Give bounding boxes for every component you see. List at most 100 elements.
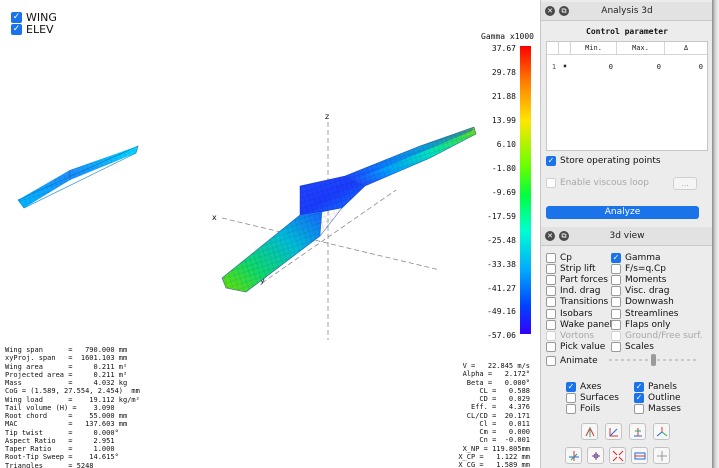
checkbox-empty-icon[interactable]: [566, 404, 576, 415]
checkbox-empty-icon[interactable]: [611, 297, 621, 308]
view-option-isobars[interactable]: Isobars: [546, 308, 592, 319]
checkbox-empty-icon[interactable]: [546, 253, 556, 263]
view-option-cp[interactable]: Cp: [546, 253, 572, 263]
axis-x-label: x: [212, 213, 217, 222]
checkbox-checked-icon[interactable]: ✓: [611, 253, 621, 263]
view-iso-button[interactable]: [653, 423, 670, 440]
checkbox-empty-icon[interactable]: [634, 404, 644, 415]
row-marker-icon[interactable]: ✖: [560, 60, 570, 74]
view-y-button[interactable]: [605, 423, 622, 440]
display-option-foils[interactable]: Foils: [566, 404, 601, 415]
view-option-moments[interactable]: Moments: [611, 275, 667, 286]
elev-toggle-label: ELEV: [26, 23, 54, 36]
view-option-wake-panels[interactable]: Wake panels: [546, 319, 617, 330]
3d-viewport[interactable]: z x y ✓ WING ✓ ELEV Gamma x1000 37.67 29…: [0, 0, 540, 468]
control-parameter-table[interactable]: Min. Max. Δ 1 ✖ 0 0 0: [546, 41, 708, 151]
view-option-ind-drag[interactable]: Ind. drag: [546, 286, 600, 297]
checkbox-empty-icon[interactable]: [611, 264, 621, 275]
fit-view-button[interactable]: [609, 447, 626, 464]
view-option-scales[interactable]: Scales: [611, 341, 654, 352]
checkbox-empty-icon[interactable]: [546, 308, 556, 319]
animate-checkbox[interactable]: Animate: [546, 356, 598, 366]
view-option-label: Wake panels: [560, 319, 617, 330]
viscous-loop-checkbox[interactable]: Enable viscous loop: [546, 178, 649, 188]
checkbox-empty-icon[interactable]: [611, 319, 621, 330]
display-option-axes[interactable]: ✓ Axes: [566, 382, 601, 392]
view-option-label: Ground/Free surf.: [625, 330, 703, 341]
display-option-panels[interactable]: ✓ Panels: [634, 382, 677, 392]
view-option-visc-drag[interactable]: Visc. drag: [611, 286, 669, 297]
store-opp-check-icon[interactable]: ✓: [546, 156, 556, 166]
elev-toggle[interactable]: ✓ ELEV: [11, 23, 54, 36]
checkbox-empty-icon[interactable]: [546, 264, 556, 275]
store-opp-checkbox[interactable]: ✓ Store operating points: [546, 156, 661, 166]
checkbox-empty-icon[interactable]: [546, 330, 556, 341]
view-option-pick-value[interactable]: Pick value: [546, 341, 605, 352]
checkbox-empty-icon[interactable]: [546, 319, 556, 330]
stat-line: Tip twist = 0.000°: [5, 428, 119, 437]
checkbox-empty-icon[interactable]: [611, 308, 621, 319]
display-option-label: Panels: [648, 382, 677, 392]
checkbox-empty-icon[interactable]: [546, 286, 556, 297]
checkbox-empty-icon[interactable]: [611, 275, 621, 286]
view-option-f-s-q-cp[interactable]: F/s=q.Cp: [611, 264, 666, 275]
checkbox-empty-icon[interactable]: [611, 286, 621, 297]
wing-checkbox-icon[interactable]: ✓: [11, 12, 22, 23]
view-option-vortons[interactable]: Vortons: [546, 330, 595, 341]
legend-tick-label: -17.59: [487, 211, 516, 221]
elev-checkbox-icon[interactable]: ✓: [11, 24, 22, 35]
analyze-button[interactable]: Analyze: [546, 206, 699, 219]
viscous-loop-check-icon[interactable]: [546, 178, 556, 188]
cell-min[interactable]: 0: [571, 60, 613, 74]
view-option-transitions[interactable]: Transitions: [546, 297, 608, 308]
checkbox-empty-icon[interactable]: [611, 341, 621, 352]
view-x-button[interactable]: [581, 423, 598, 440]
checkbox-checked-icon[interactable]: ✓: [566, 382, 576, 392]
reset-view-button[interactable]: [587, 447, 604, 464]
view-option-gamma[interactable]: ✓ Gamma: [611, 253, 661, 263]
view-option-label: Vortons: [560, 330, 595, 341]
stat-line: Triangles = 5248: [5, 461, 94, 468]
view-option-label: Strip lift: [560, 264, 596, 275]
table-header-delta: Δ: [665, 42, 707, 55]
display-option-surfaces[interactable]: Surfaces: [566, 393, 619, 404]
display-option-label: Surfaces: [580, 393, 619, 404]
view-title: 3d view: [609, 231, 645, 241]
view-option-streamlines[interactable]: Streamlines: [611, 308, 679, 319]
display-option-outline[interactable]: ✓ Outline: [634, 393, 681, 404]
checkbox-empty-icon[interactable]: [546, 275, 556, 286]
background-window-edge: [712, 0, 719, 468]
legend-tick-label: -1.80: [491, 163, 516, 173]
legend-tick-label: 29.78: [491, 67, 516, 77]
viscous-options-button[interactable]: ...: [673, 177, 697, 190]
view-option-flaps-only[interactable]: Flaps only: [611, 319, 671, 330]
checkbox-empty-icon[interactable]: [611, 330, 621, 341]
animation-speed-slider[interactable]: [607, 352, 703, 368]
stat-line: Eff. = 4.376: [470, 403, 530, 412]
view-option-label: Moments: [625, 275, 667, 286]
view-option-part-forces[interactable]: Part forces: [546, 275, 608, 286]
display-option-masses[interactable]: Masses: [634, 404, 681, 415]
cell-max[interactable]: 0: [617, 60, 661, 74]
display-option-label: Foils: [580, 404, 601, 415]
checkbox-checked-icon[interactable]: ✓: [634, 382, 644, 392]
checkbox-checked-icon[interactable]: ✓: [634, 393, 644, 404]
stat-line: Beta = 0.000°: [466, 378, 530, 387]
checkbox-empty-icon[interactable]: [566, 393, 576, 404]
store-opp-label: Store operating points: [560, 156, 661, 166]
viscous-loop-label: Enable viscous loop: [560, 178, 649, 188]
screenshot-button[interactable]: [631, 447, 648, 464]
view-option-downwash[interactable]: Downwash: [611, 297, 674, 308]
view-z-button[interactable]: [629, 423, 646, 440]
stat-line: V = 22.845 m/s: [462, 362, 530, 370]
cell-delta[interactable]: 0: [665, 60, 703, 74]
animate-check-icon[interactable]: [546, 356, 556, 366]
clip-plane-button[interactable]: [653, 447, 670, 464]
stat-line: Alpha = 2.172°: [462, 370, 530, 379]
legend-tick-label: 6.10: [496, 139, 516, 149]
checkbox-empty-icon[interactable]: [546, 297, 556, 308]
view-option-strip-lift[interactable]: Strip lift: [546, 264, 596, 275]
checkbox-empty-icon[interactable]: [546, 341, 556, 352]
view-option-ground-free-surf[interactable]: Ground/Free surf.: [611, 330, 703, 341]
flip-view-button[interactable]: [565, 447, 582, 464]
